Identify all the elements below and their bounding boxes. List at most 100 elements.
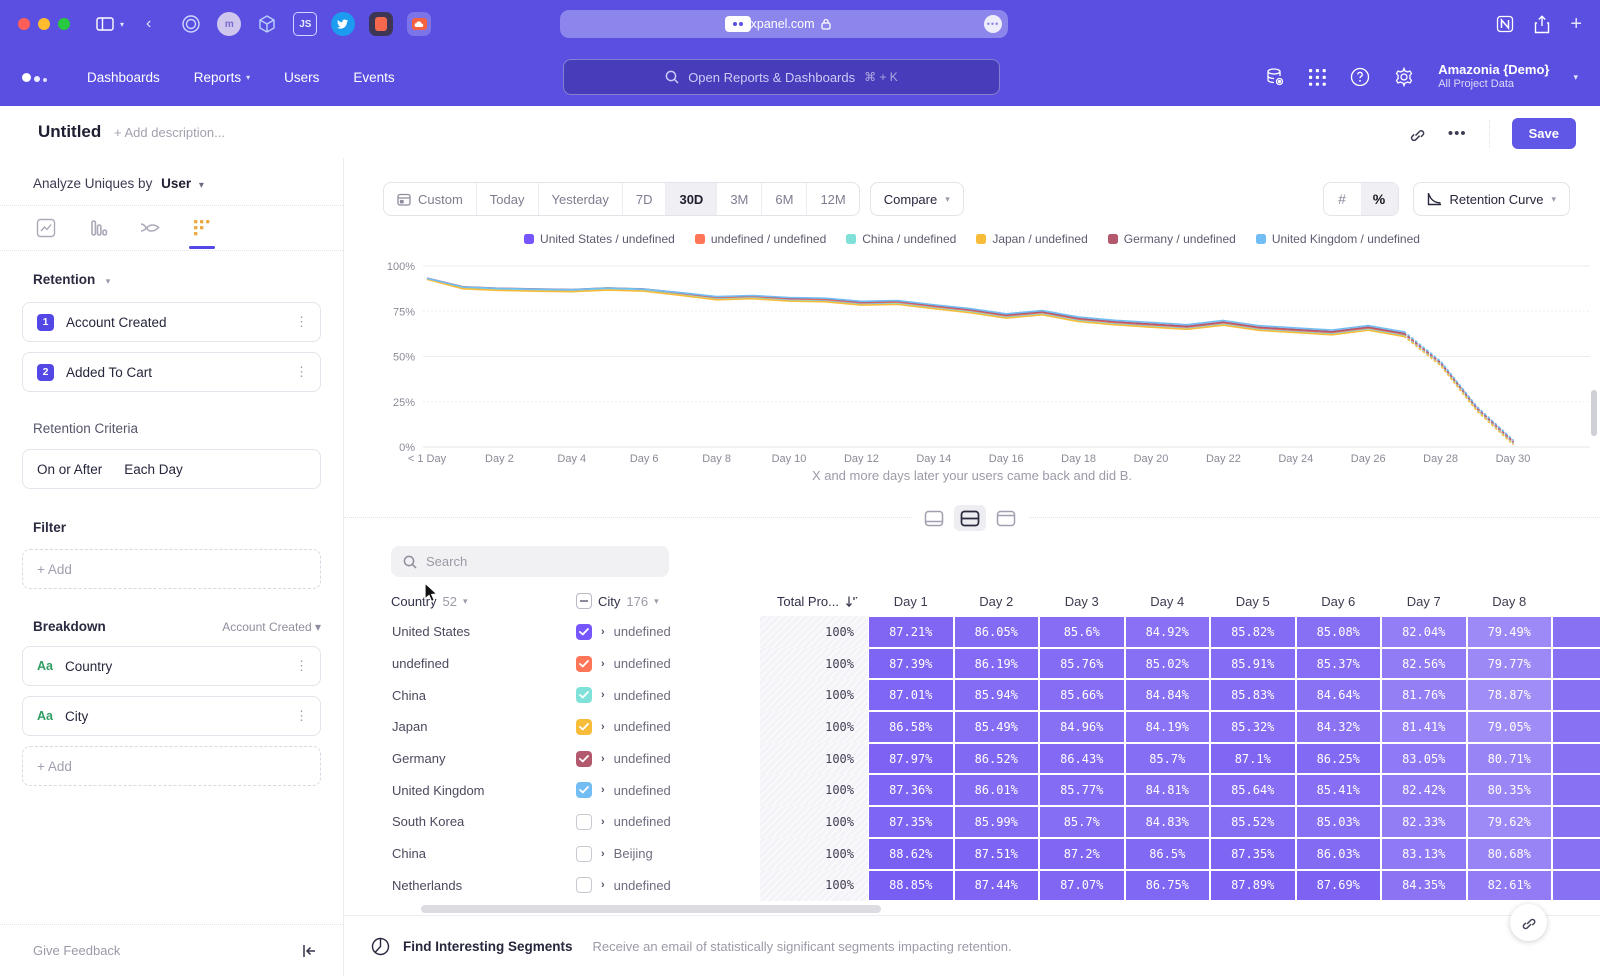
- retention-value-cell[interactable]: 85.37%: [1297, 649, 1381, 679]
- js-extension-icon[interactable]: JS: [293, 12, 317, 36]
- kebab-menu-icon[interactable]: ⋮: [295, 658, 308, 674]
- retention-value-cell[interactable]: 87.69%: [1297, 871, 1381, 901]
- table-row[interactable]: China›Beijing100%88.62%87.51%87.2%86.5%8…: [391, 838, 1600, 870]
- expand-row-chevron[interactable]: ›: [601, 816, 605, 828]
- day-column-header[interactable]: Day 1: [868, 594, 954, 609]
- country-column-header[interactable]: Country52▾: [391, 594, 576, 609]
- retention-value-cell[interactable]: 86.01%: [955, 775, 1039, 805]
- retention-value-cell[interactable]: 82.33%: [1382, 807, 1466, 837]
- retention-value-cell[interactable]: 85.76%: [1040, 649, 1124, 679]
- retention-value-cell[interactable]: 85.32%: [1211, 712, 1295, 742]
- legend-item[interactable]: China / undefined: [846, 232, 956, 246]
- retention-value-cell[interactable]: 85.6%: [1040, 617, 1124, 647]
- nav-link-reports[interactable]: Reports▾: [194, 70, 250, 85]
- retention-value-cell[interactable]: 85.7%: [1040, 807, 1124, 837]
- series-checkbox-checked[interactable]: [576, 687, 592, 703]
- copy-link-icon[interactable]: [1408, 125, 1426, 143]
- range-30d[interactable]: 30D: [666, 183, 717, 215]
- retention-value-cell[interactable]: 80.35%: [1468, 775, 1552, 805]
- retention-value-cell[interactable]: 84.92%: [1126, 617, 1210, 647]
- retention-value-cell[interactable]: 84.81%: [1126, 775, 1210, 805]
- expand-row-chevron[interactable]: ›: [601, 721, 605, 733]
- retention-value-cell[interactable]: 87.51%: [955, 839, 1039, 869]
- day-column-header[interactable]: Day 2: [954, 594, 1040, 609]
- range-today[interactable]: Today: [477, 183, 539, 215]
- series-checkbox-checked[interactable]: [576, 782, 592, 798]
- retention-value-cell[interactable]: 84.84%: [1126, 680, 1210, 710]
- share-icon[interactable]: [1534, 15, 1550, 34]
- retention-value-cell[interactable]: 85.08%: [1297, 617, 1381, 647]
- retention-value-cell[interactable]: 87.01%: [869, 680, 953, 710]
- retention-value-cell[interactable]: 85.64%: [1211, 775, 1295, 805]
- tab-retention[interactable]: [189, 218, 215, 250]
- day-column-header[interactable]: Day 5: [1210, 594, 1296, 609]
- report-title[interactable]: Untitled: [38, 122, 101, 142]
- expand-row-chevron[interactable]: ›: [601, 753, 605, 765]
- nav-link-users[interactable]: Users: [284, 70, 319, 85]
- compare-button[interactable]: Compare▾: [870, 182, 964, 216]
- tab-flows[interactable]: [137, 218, 163, 250]
- retention-value-cell[interactable]: 85.52%: [1211, 807, 1295, 837]
- retention-value-cell[interactable]: 87.97%: [869, 744, 953, 774]
- expand-row-chevron[interactable]: ›: [601, 626, 605, 638]
- bird-extension-icon[interactable]: [331, 12, 355, 36]
- horizontal-scrollbar[interactable]: [421, 905, 881, 913]
- tab-insights[interactable]: [33, 218, 59, 250]
- absolute-values-toggle[interactable]: #: [1324, 183, 1361, 215]
- table-row[interactable]: undefined›undefined100%87.39%86.19%85.76…: [391, 648, 1600, 680]
- close-window-button[interactable]: [18, 18, 30, 30]
- day-column-header[interactable]: Day 3: [1039, 594, 1125, 609]
- retention-value-cell[interactable]: 84.19%: [1126, 712, 1210, 742]
- retention-value-cell[interactable]: 82.42%: [1382, 775, 1466, 805]
- retention-value-cell[interactable]: 79.49%: [1468, 617, 1552, 647]
- sidebar-toggle-icon[interactable]: [96, 17, 114, 31]
- retention-value-cell[interactable]: 87.07%: [1040, 871, 1124, 901]
- retention-value-cell[interactable]: 87.89%: [1211, 871, 1295, 901]
- retention-step-2[interactable]: 2 Added To Cart ⋮: [22, 352, 321, 392]
- chart-type-selector[interactable]: Retention Curve▾: [1413, 182, 1570, 216]
- project-selector[interactable]: Amazonia {Demo} All Project Data: [1438, 62, 1549, 92]
- table-row[interactable]: South Korea›undefined100%87.35%85.99%85.…: [391, 806, 1600, 838]
- segments-title[interactable]: Find Interesting Segments: [403, 939, 573, 954]
- analyze-uniques-value[interactable]: User: [161, 176, 191, 191]
- retention-value-cell[interactable]: 81.41%: [1382, 712, 1466, 742]
- retention-value-cell[interactable]: 78.87%: [1468, 680, 1552, 710]
- retention-value-cell[interactable]: 85.82%: [1211, 617, 1295, 647]
- retention-value-cell[interactable]: 80.71%: [1468, 744, 1552, 774]
- day-column-header[interactable]: Day 4: [1125, 594, 1211, 609]
- table-row[interactable]: Japan›undefined100%86.58%85.49%84.96%84.…: [391, 711, 1600, 743]
- retention-value-cell[interactable]: 86.25%: [1297, 744, 1381, 774]
- nav-link-events[interactable]: Events: [353, 70, 394, 85]
- range-custom[interactable]: Custom: [384, 183, 477, 215]
- retention-value-cell[interactable]: 85.02%: [1126, 649, 1210, 679]
- series-checkbox-unchecked[interactable]: [576, 846, 592, 862]
- percent-values-toggle[interactable]: %: [1361, 183, 1398, 215]
- save-button[interactable]: Save: [1512, 118, 1576, 149]
- retention-value-cell[interactable]: 88.85%: [869, 871, 953, 901]
- range-yesterday[interactable]: Yesterday: [539, 183, 623, 215]
- city-column-header[interactable]: City176▾: [576, 593, 760, 609]
- tab-funnels[interactable]: [85, 218, 111, 250]
- table-only-view-icon[interactable]: [990, 505, 1022, 531]
- zoom-window-button[interactable]: [58, 18, 70, 30]
- retention-value-cell[interactable]: 87.36%: [869, 775, 953, 805]
- table-row[interactable]: United Kingdom›undefined100%87.36%86.01%…: [391, 774, 1600, 806]
- retention-value-cell[interactable]: 79.05%: [1468, 712, 1552, 742]
- retention-value-cell[interactable]: 87.35%: [869, 807, 953, 837]
- legend-item[interactable]: Germany / undefined: [1108, 232, 1236, 246]
- retention-value-cell[interactable]: 85.83%: [1211, 680, 1295, 710]
- breakdown-city[interactable]: Aa City ⋮: [22, 696, 321, 736]
- kebab-menu-icon[interactable]: ⋮: [295, 708, 308, 724]
- series-checkbox-checked[interactable]: [576, 751, 592, 767]
- back-icon[interactable]: ‹: [146, 15, 151, 33]
- mixpanel-logo[interactable]: [22, 73, 47, 82]
- help-icon[interactable]: [1350, 67, 1370, 87]
- legend-item[interactable]: undefined / undefined: [695, 232, 826, 246]
- kebab-menu-icon[interactable]: ⋮: [295, 364, 308, 380]
- retention-value-cell[interactable]: 87.1%: [1211, 744, 1295, 774]
- address-bar[interactable]: mixpanel.com •••: [560, 10, 1008, 38]
- target-extension-icon[interactable]: [179, 12, 203, 36]
- retention-value-cell[interactable]: 85.77%: [1040, 775, 1124, 805]
- retention-step-1[interactable]: 1 Account Created ⋮: [22, 302, 321, 342]
- retention-value-cell[interactable]: 83.13%: [1382, 839, 1466, 869]
